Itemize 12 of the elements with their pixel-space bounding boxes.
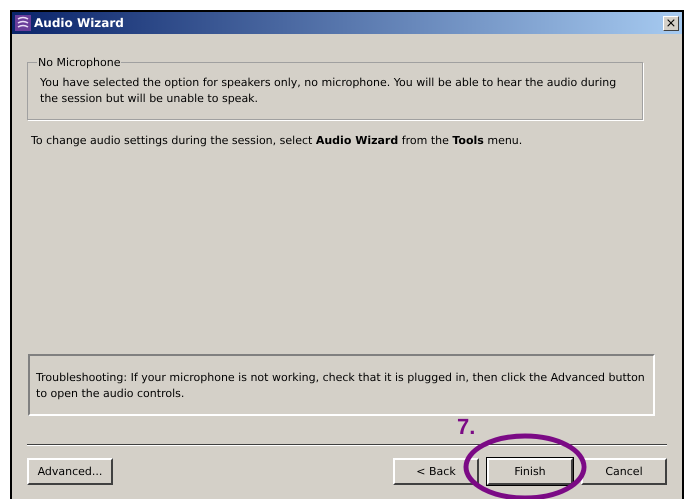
wizard-button[interactable]: Advanced... (27, 458, 113, 485)
group-title: No Microphone (37, 56, 122, 69)
wizard-button[interactable]: Finish (487, 458, 573, 485)
group-text: You have selected the option for speakers only, no microphone. You will be able to hear the audio during the session but will be unable to speak. (40, 75, 618, 107)
wizard-button[interactable]: < Back (393, 458, 479, 485)
wizard-button[interactable]: Cancel (581, 458, 667, 485)
instruction-text: To change audio settings during the session, select Audio Wizard from the Tools menu. (31, 134, 524, 147)
app-icon (15, 15, 31, 31)
troubleshooting-text: Troubleshooting: If your microphone is not working, check that it is plugged in, then click the Advanced button to open the audio controls. (36, 370, 646, 402)
close-button[interactable]: × (663, 16, 679, 30)
window-title: Audio Wizard (34, 16, 125, 30)
step-annotation: 7. (457, 414, 476, 440)
